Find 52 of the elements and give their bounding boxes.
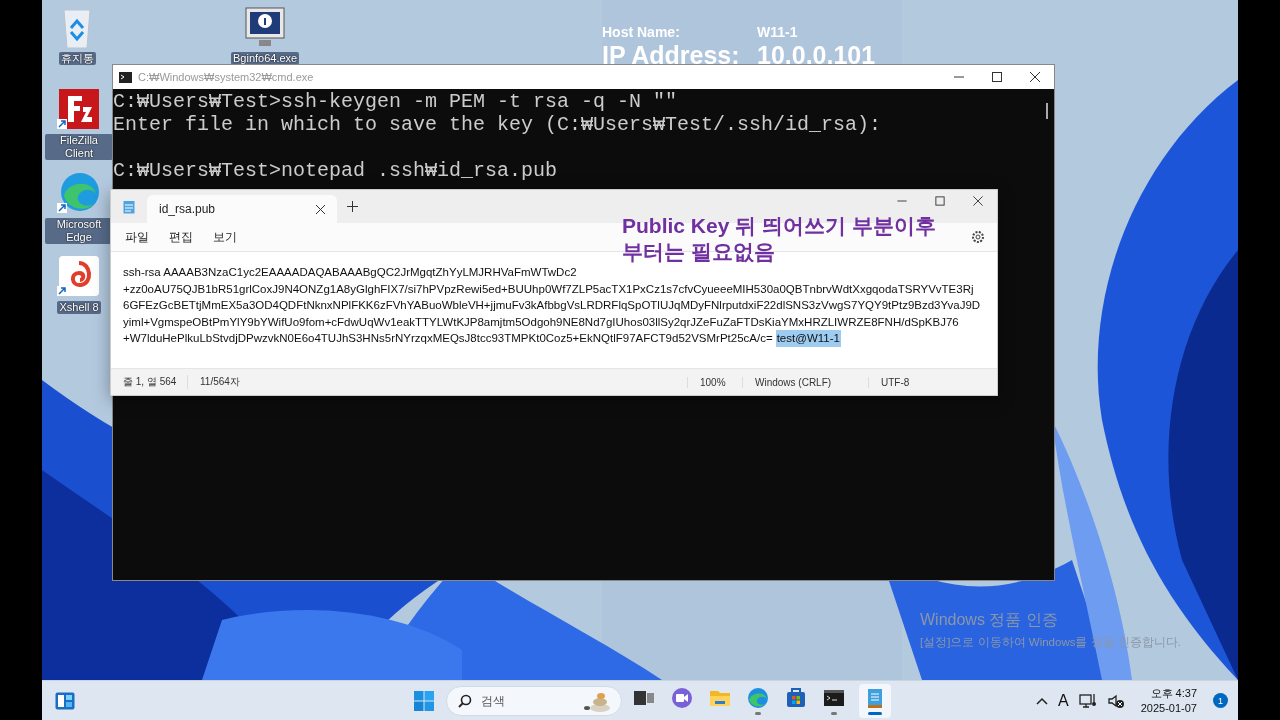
cursor-position: 줄 1, 열 564	[122, 375, 178, 389]
text-line: yiml+VgmspeOBtPmYlY9bYWifUo9fom+cFdwUqWv1eakTTYLWtKJP8amjtm5Odgoh9NE8Nd7gIUhos03llSy2qrJZeFuZaFTDsKiaYMxHRZLIWRZE8FNH/dSpKBJ76	[123, 314, 959, 330]
spiral-icon[interactable]	[56, 253, 102, 299]
host-name-label: Host Name:	[602, 24, 681, 40]
menu-item[interactable]: 보기	[203, 224, 247, 250]
annotation-text: Public Key 뒤 띄어쓰기 부분이후	[622, 213, 936, 239]
activation-title: Windows 정품 인증	[920, 610, 1059, 630]
clock-time[interactable]: 오후 4:37	[1150, 685, 1197, 701]
annotation-text: 부터는 필요없음	[622, 239, 776, 265]
search-field[interactable]: 검색	[446, 685, 622, 716]
app-tile-icon[interactable]	[56, 86, 102, 132]
muted-speaker-icon[interactable]	[1106, 692, 1125, 709]
notification-badge[interactable]: 1	[1213, 693, 1228, 708]
file-tab[interactable]: id_rsa.pub	[147, 195, 337, 223]
host-name-value: W11-1	[757, 24, 799, 40]
swirl-icon[interactable]	[56, 170, 102, 216]
text-line: ssh-rsa AAAAB3NzaC1yc2EAAAADAQABAAABgQC2JrMgqtZhYyLMJRHVaFmWTwDc2	[123, 265, 577, 280]
scrollbar[interactable]	[1046, 103, 1048, 119]
chevron-up-icon[interactable]	[1036, 696, 1049, 705]
desktop-icon-label[interactable]: 휴지통	[58, 52, 96, 65]
widgets-icon[interactable]	[55, 691, 75, 710]
notepad-button[interactable]	[859, 683, 891, 718]
settings-icon[interactable]	[971, 230, 985, 244]
ip-address-value: 10.0.0.101	[757, 40, 876, 70]
desktop-icon-label[interactable]: Xshell 8	[57, 301, 101, 314]
terminal-line: Enter file in which to save the key (C:₩Users₩Test/.ssh/id_rsa):	[113, 113, 882, 136]
terminal-line: C:₩Users₩Test>notepad .ssh₩id_rsa.pub	[113, 159, 558, 182]
character-count: 11/564자	[187, 375, 687, 389]
input-indicator[interactable]: A	[1058, 691, 1069, 710]
start-button[interactable]	[414, 690, 434, 711]
clock-date[interactable]: 2025-01-07	[1140, 700, 1197, 716]
menu-item[interactable]: 편집	[159, 224, 203, 250]
desktop-icon-label[interactable]: FileZilla Client	[45, 134, 113, 160]
zoom-level: 100%	[687, 376, 742, 388]
edge-icon	[746, 686, 770, 710]
desktop-icon-label[interactable]: Microsoft Edge	[45, 218, 113, 244]
line-ending: Windows (CRLF)	[742, 376, 868, 388]
text-line: 6GFEzGcBETtjMmEX5a3OD4QDFtNknxNPlFKK6zFVhYABuoWbleVH+jjmuFv3kAfbbgVsLRDRFlqSpOTlUJqMDyFNlrputdxiF22dlSNS3zVwgS7YQY9tPtz9Bzd3YvaJ9D	[123, 298, 981, 313]
ip-address-label: IP Address:	[602, 40, 741, 70]
network-icon[interactable]	[1078, 692, 1097, 709]
search-icon	[458, 693, 472, 708]
window-title: C:₩Windows₩system32₩cmd.exe	[138, 71, 314, 83]
text-line: +zz0oAU75QJB1bR51grlCoxJ9N4ONZg1A8yGlghFIX7/si7hPVpzRewi5ed+BUUhp0Wf7ZLP5acTX1PxCz1s7cfvCyueeeMIH530a0QBTnbrvWdtXxgqodaTSRYVvTE3Rj	[123, 281, 974, 297]
encoding: UTF-8	[868, 376, 910, 388]
chat-icon	[670, 686, 694, 710]
text-line: +W7lduHePlkuLbStvdjDPwzvkN0E6o4TUJhS3HNs5rNYrzqxMEQsJ8tcc93TMPKt0Coz5+EkNQtlF97AFCT9d52VSMrPt25cA/c=	[123, 331, 773, 346]
store-icon	[784, 686, 808, 710]
terminal-icon	[119, 71, 132, 83]
terminal-line: C:₩Users₩Test>ssh-keygen -m PEM -t rsa -q -N ""	[113, 90, 678, 113]
notepad-icon	[123, 199, 135, 214]
menu-item[interactable]: 파일	[115, 224, 159, 250]
selected-text: test@W11-1	[775, 330, 841, 347]
